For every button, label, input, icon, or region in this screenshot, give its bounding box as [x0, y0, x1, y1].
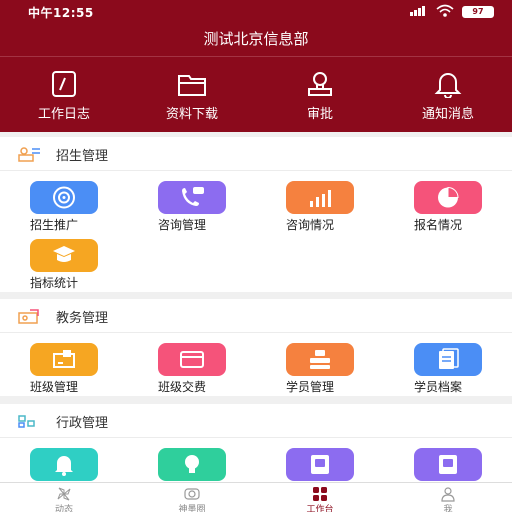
file-icon — [439, 348, 459, 369]
app-tile — [30, 181, 98, 214]
app-tile — [158, 343, 226, 376]
section-header: 招生管理 — [0, 137, 512, 171]
tab-feed[interactable]: 动态 — [0, 483, 128, 512]
circle-camera-icon — [184, 488, 200, 500]
app-class-payment[interactable]: 班级交费 — [128, 335, 256, 394]
bulb-icon — [185, 455, 199, 473]
section-title: 行政管理 — [56, 416, 109, 431]
quick-download[interactable]: 资料下载 — [128, 57, 256, 133]
tab-workbench[interactable]: 工作台 — [256, 483, 384, 512]
quick-notifications[interactable]: 通知消息 — [384, 57, 512, 133]
app-label: 报名情况 — [414, 218, 463, 232]
app-tile — [30, 343, 98, 376]
app-tile — [158, 181, 226, 214]
tab-label: 神墨圈 — [178, 505, 206, 512]
battery-indicator: 97 — [462, 6, 494, 18]
wifi-icon — [436, 4, 454, 17]
app-consult-management[interactable]: 咨询管理 — [128, 173, 256, 232]
app-tile — [286, 181, 354, 214]
app-class-management[interactable]: 班级管理 — [0, 335, 128, 394]
app-label: 学员管理 — [286, 380, 335, 394]
app-target-statistics[interactable]: 指标统计 — [0, 231, 128, 290]
tab-label: 工作台 — [306, 505, 334, 512]
app-tile — [286, 343, 354, 376]
bell-icon — [434, 73, 462, 98]
section-enrollment: 招生管理 招生推广 咨询管理 咨询情况 报名情况 指标统计 — [0, 137, 512, 292]
administration-icon — [18, 415, 35, 428]
app-consult-status[interactable]: 咨询情况 — [256, 173, 384, 232]
tab-me[interactable]: 我 — [384, 483, 512, 512]
app-tile — [286, 448, 354, 481]
app-label: 咨询情况 — [286, 218, 335, 232]
section-title: 教务管理 — [56, 311, 109, 326]
app-label: 指标统计 — [30, 276, 79, 290]
app-header: 测试北京信息部 — [0, 22, 512, 56]
enrollment-icon — [18, 147, 40, 162]
classroom-icon — [53, 350, 75, 368]
status-bar: 中午12:55 97 — [0, 0, 512, 22]
app-label: 班级交费 — [158, 380, 207, 394]
quick-label: 审批 — [306, 107, 333, 122]
app-tile — [30, 448, 98, 481]
section-academic: 教务管理 班级管理 班级交费 学员管理 学员档案 — [0, 299, 512, 396]
doc-chat-icon — [439, 455, 457, 474]
app-student-management[interactable]: 学员管理 — [256, 335, 384, 394]
student-icon — [310, 350, 330, 369]
app-label: 咨询管理 — [158, 218, 207, 232]
quick-action-bar: 工作日志 资料下载 审批 通知消息 — [0, 56, 512, 132]
graduate-icon — [53, 246, 75, 262]
academic-icon — [18, 309, 39, 324]
signal-icon — [410, 6, 425, 16]
section-header: 教务管理 — [0, 299, 512, 333]
app-tile — [414, 181, 482, 214]
quick-approval[interactable]: 审批 — [256, 57, 384, 133]
status-time: 中午12:55 — [28, 6, 94, 20]
pinwheel-icon — [57, 487, 71, 501]
app-enrollment-promotion[interactable]: 招生推广 — [0, 173, 128, 232]
doc-chat-icon — [311, 455, 329, 474]
tab-label: 动态 — [54, 505, 73, 512]
page-title: 测试北京信息部 — [203, 30, 309, 48]
app-tile — [158, 448, 226, 481]
bell-icon — [55, 456, 73, 476]
section-administration: 行政管理 — [0, 404, 512, 482]
bar-chart-icon — [310, 190, 331, 207]
phone-chat-icon — [182, 187, 204, 206]
person-icon — [441, 487, 455, 502]
tab-label: 我 — [443, 505, 453, 512]
app-registration-status[interactable]: 报名情况 — [384, 173, 512, 232]
app-tile — [414, 448, 482, 481]
app-tile — [30, 239, 98, 272]
target-icon — [53, 186, 75, 209]
stamp-icon — [308, 72, 332, 96]
grid-icon — [313, 487, 327, 501]
folder-icon — [178, 75, 206, 96]
notebook-icon — [52, 71, 76, 97]
quick-label: 资料下载 — [165, 107, 218, 122]
section-title: 招生管理 — [56, 149, 109, 164]
app-label: 班级管理 — [30, 380, 79, 394]
card-icon — [180, 351, 204, 368]
app-label: 学员档案 — [414, 380, 463, 394]
app-tile — [414, 343, 482, 376]
quick-label: 工作日志 — [37, 107, 90, 122]
pie-chart-icon — [438, 186, 459, 208]
bottom-tab-bar: 动态 神墨圈 工作台 我 — [0, 482, 512, 512]
section-header: 行政管理 — [0, 404, 512, 438]
tab-circle[interactable]: 神墨圈 — [128, 483, 256, 512]
app-student-records[interactable]: 学员档案 — [384, 335, 512, 394]
quick-label: 通知消息 — [421, 107, 474, 122]
quick-work-log[interactable]: 工作日志 — [0, 57, 128, 133]
